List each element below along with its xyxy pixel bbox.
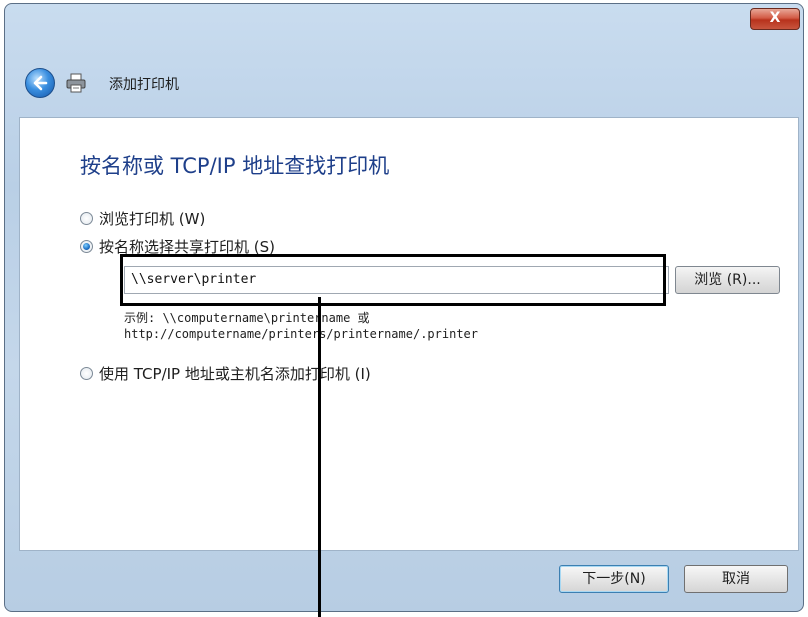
printer-icon bbox=[66, 73, 86, 93]
radio-tcpip[interactable] bbox=[80, 367, 93, 380]
option-browse[interactable]: 浏览打印机 (W) bbox=[80, 208, 205, 229]
back-button[interactable] bbox=[25, 68, 55, 98]
close-button[interactable]: X bbox=[750, 8, 800, 30]
callout-highlight-box bbox=[120, 254, 666, 306]
option-browse-label: 浏览打印机 (W) bbox=[99, 210, 206, 228]
example-line-1: 示例: \\computername\printername 或 bbox=[124, 311, 370, 325]
option-tcpip[interactable]: 使用 TCP/IP 地址或主机名添加打印机 (I) bbox=[80, 363, 371, 384]
next-button[interactable]: 下一步(N) bbox=[559, 565, 669, 593]
page-heading: 按名称或 TCP/IP 地址查找打印机 bbox=[80, 154, 390, 178]
example-text: 示例: \\computername\printername 或 http://… bbox=[124, 310, 478, 342]
footer-bar: 下一步(N) 取消 bbox=[19, 551, 799, 607]
browse-button[interactable]: 浏览 (R)... bbox=[675, 266, 780, 294]
callout-pointer-line bbox=[318, 297, 321, 617]
wizard-title: 添加打印机 bbox=[109, 77, 179, 93]
back-arrow-icon bbox=[33, 75, 48, 91]
option-tcpip-label: 使用 TCP/IP 地址或主机名添加打印机 (I) bbox=[99, 365, 371, 383]
content-panel: 按名称或 TCP/IP 地址查找打印机 浏览打印机 (W) 按名称选择共享打印机… bbox=[19, 117, 799, 551]
radio-browse[interactable] bbox=[80, 212, 93, 225]
radio-select-shared[interactable] bbox=[80, 240, 93, 253]
add-printer-window: X 添加打印机 按名称或 TCP/IP 地址查找打印机 浏览打印机 (W) 按名… bbox=[4, 3, 804, 612]
cancel-button[interactable]: 取消 bbox=[684, 565, 788, 593]
example-line-2: http://computername/printers/printername… bbox=[124, 327, 479, 341]
close-icon: X bbox=[769, 10, 781, 26]
